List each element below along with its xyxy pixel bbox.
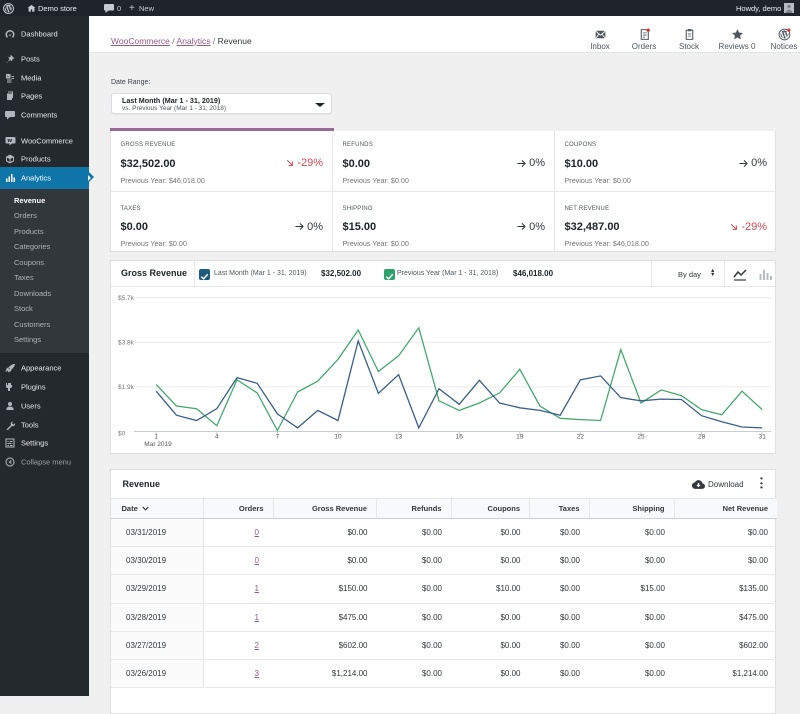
- svg-text:28: 28: [698, 433, 706, 440]
- svg-text:22: 22: [577, 433, 585, 440]
- svg-text:25: 25: [637, 433, 645, 440]
- svg-text:$0: $0: [118, 430, 126, 437]
- svg-text:Mar 2019: Mar 2019: [144, 441, 172, 448]
- svg-text:19: 19: [516, 433, 524, 440]
- svg-text:10: 10: [334, 433, 342, 440]
- svg-text:$5.7k: $5.7k: [118, 295, 135, 302]
- svg-text:31: 31: [759, 433, 767, 440]
- svg-text:$1.9k: $1.9k: [118, 384, 135, 391]
- svg-text:13: 13: [395, 433, 403, 440]
- svg-text:$3.8k: $3.8k: [118, 339, 135, 346]
- svg-text:1: 1: [154, 433, 158, 440]
- svg-text:4: 4: [215, 433, 219, 440]
- svg-text:16: 16: [456, 433, 464, 440]
- svg-text:7: 7: [276, 433, 280, 440]
